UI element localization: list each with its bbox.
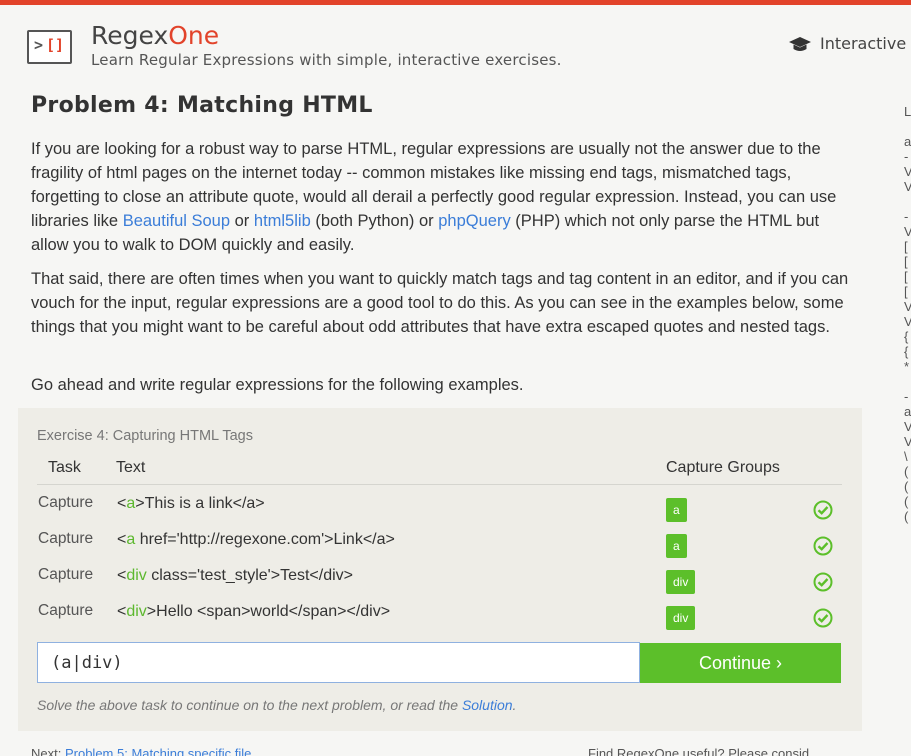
text-highlight: a xyxy=(126,495,136,512)
instruction-paragraph: Go ahead and write regular expressions f… xyxy=(31,376,524,394)
sidebar-letter: - xyxy=(904,389,909,404)
row-text: <a>This is a link</a> xyxy=(117,495,265,513)
logo-chevron-glyph: > xyxy=(34,36,44,54)
page-title: Problem 4: Matching HTML xyxy=(31,93,373,118)
sidebar-letter: a xyxy=(904,134,911,149)
intro-text-3: (both Python) or xyxy=(310,212,439,230)
exercise-title: Exercise 4: Capturing HTML Tags xyxy=(37,428,253,444)
sidebar-letter xyxy=(904,194,911,209)
second-paragraph: That said, there are often times when yo… xyxy=(31,270,849,336)
intro-text-2: or xyxy=(230,212,254,230)
sidebar-letter: * xyxy=(904,359,910,374)
sidebar-letter: V xyxy=(904,434,911,449)
sidebar-letter: - xyxy=(904,149,909,164)
sidebar-letter: V xyxy=(904,419,911,434)
sidebar-letter: [ xyxy=(904,269,908,284)
column-header-capture-groups: Capture Groups xyxy=(666,459,780,476)
sidebar-letter: V xyxy=(904,179,911,194)
logo-bracket-glyph: [] xyxy=(46,36,65,54)
row-text: <div>Hello <span>world</span></div> xyxy=(117,603,390,621)
brand-part-regex: Regex xyxy=(91,21,169,50)
brand-tagline: Learn Regular Expressions with simple, i… xyxy=(91,51,562,69)
column-header-task: Task xyxy=(48,459,81,476)
phpquery-link[interactable]: phpQuery xyxy=(438,212,510,230)
task-label: Capture xyxy=(38,566,94,583)
text-part: >This is a link</a> xyxy=(135,495,265,512)
sidebar-letter: \ xyxy=(904,449,908,464)
sidebar-letter: { xyxy=(904,344,909,359)
row-text: <a href='http://regexone.com'>Link</a> xyxy=(117,531,395,549)
sidebar-letter: ( xyxy=(904,494,909,509)
html5lib-link[interactable]: html5lib xyxy=(254,212,311,230)
check-circle-icon xyxy=(813,608,833,628)
check-circle-icon xyxy=(813,500,833,520)
row-text: <div class='test_style'>Test</div> xyxy=(117,567,353,585)
check-circle-icon xyxy=(813,572,833,592)
sidebar-letter xyxy=(904,374,911,389)
sidebar-letter: V xyxy=(904,314,911,329)
sidebar-letter xyxy=(904,119,911,134)
check-circle-icon xyxy=(813,536,833,556)
graduation-cap-icon xyxy=(789,37,811,51)
sidebar-letter: ( xyxy=(904,464,909,479)
task-label: Capture xyxy=(38,602,94,619)
nav-interactive-tutorial-link[interactable]: Interactive T xyxy=(820,34,911,53)
table-row: Capture <a href='http://regexone.com'>Li… xyxy=(18,530,862,566)
exercise-panel: Exercise 4: Capturing HTML Tags Task Tex… xyxy=(18,408,862,731)
sidebar-letter: V xyxy=(904,299,911,314)
solution-hint: Solve the above task to continue on to t… xyxy=(37,697,516,713)
next-problem-link[interactable]: Problem 5: Matching specific file xyxy=(65,746,251,756)
brand-part-one: One xyxy=(168,21,220,50)
sidebar-letter: - xyxy=(904,209,909,224)
sidebar-letter: { xyxy=(904,329,909,344)
brand-title[interactable]: RegexOne xyxy=(91,21,219,50)
next-problem-footer: Next: Problem 5: Matching specific file xyxy=(31,746,251,756)
text-highlight: div xyxy=(126,603,147,620)
beautiful-soup-link[interactable]: Beautiful Soup xyxy=(123,212,230,230)
text-highlight: a xyxy=(126,531,136,548)
text-part: < xyxy=(117,531,127,548)
sidebar-letter: a xyxy=(904,404,911,419)
sidebar-letter: ( xyxy=(904,509,909,524)
sidebar-letter: V xyxy=(904,224,911,239)
text-part: < xyxy=(117,567,127,584)
sidebar-letter: [ xyxy=(904,254,908,269)
hint-text: Solve the above task to continue on to t… xyxy=(37,697,462,713)
sidebar-letter: [ xyxy=(904,239,908,254)
task-label: Capture xyxy=(38,494,94,511)
text-part: href='http://regexone.com'>Link</a> xyxy=(135,531,395,548)
logo-icon[interactable]: > [] xyxy=(27,30,72,64)
capture-group-badge: a xyxy=(666,534,687,558)
top-accent-bar xyxy=(0,0,911,5)
capture-group-badge: div xyxy=(666,570,696,594)
regex-input[interactable] xyxy=(37,642,640,683)
sidebar-lesson-list-clipped: La - V V - V[[[[V V{{* - a V V \(((( xyxy=(904,104,911,524)
sidebar-letter: L xyxy=(904,104,911,119)
column-header-text: Text xyxy=(116,459,146,476)
table-row: Capture <div>Hello <span>world</span></d… xyxy=(18,602,862,638)
sidebar-letter: [ xyxy=(904,284,908,299)
solution-link[interactable]: Solution xyxy=(462,697,513,713)
support-footer-text: Find RegexOne useful? Please consid xyxy=(588,746,810,756)
header-divider xyxy=(37,484,842,485)
capture-group-badge: div xyxy=(666,606,696,630)
text-part: < xyxy=(117,603,127,620)
table-row: Capture <a>This is a link</a> a xyxy=(18,494,862,530)
text-part: >Hello <span>world</span></div> xyxy=(146,603,391,620)
table-row: Capture <div class='test_style'>Test</di… xyxy=(18,566,862,602)
sidebar-letter: V xyxy=(904,164,911,179)
task-label: Capture xyxy=(38,530,94,547)
text-part: class='test_style'>Test</div> xyxy=(146,567,354,584)
sidebar-letter: ( xyxy=(904,479,909,494)
continue-button[interactable]: Continue › xyxy=(640,643,841,683)
hint-end: . xyxy=(512,697,517,713)
next-label: Next: xyxy=(31,746,65,756)
text-highlight: div xyxy=(126,567,147,584)
capture-group-badge: a xyxy=(666,498,687,522)
text-part: < xyxy=(117,495,127,512)
intro-paragraph: If you are looking for a robust way to p… xyxy=(31,137,851,257)
